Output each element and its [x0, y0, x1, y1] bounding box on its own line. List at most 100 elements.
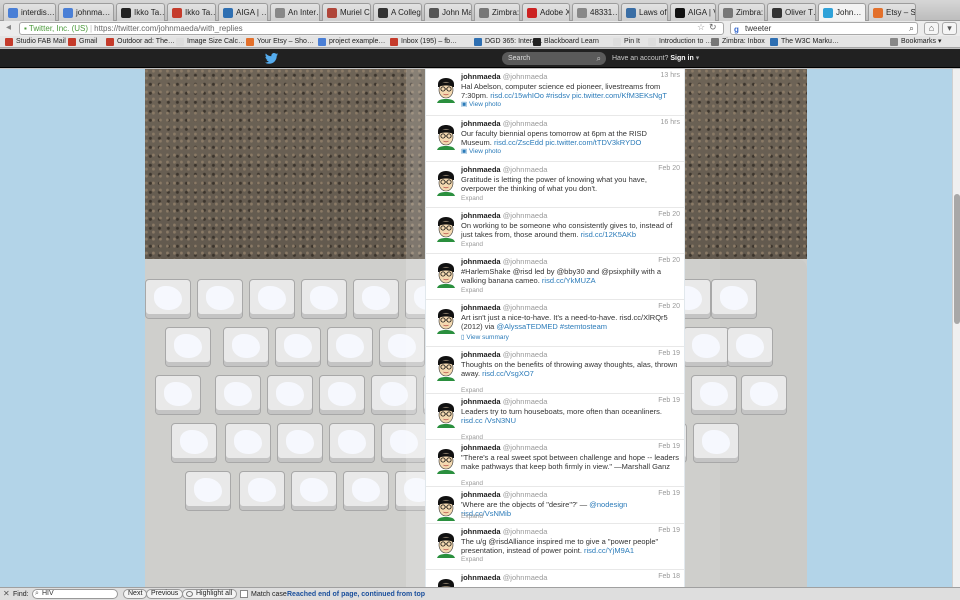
tweet[interactable]: johnmaeda @johnmaeda Feb 19 Leaders try to… — [426, 394, 684, 441]
tweet-action-link[interactable]: ▣ View photo — [461, 100, 501, 108]
bookmark-item[interactable]: project example… — [318, 37, 385, 47]
bookmark-item[interactable]: Inbox (195) – fb… — [390, 37, 457, 47]
tweet-timestamp[interactable]: Feb 19 — [658, 443, 680, 450]
browser-tab[interactable]: Zimbra:… — [718, 3, 765, 21]
browser-tab[interactable]: John Ma… — [424, 3, 472, 21]
browser-tab[interactable]: AIGA | … — [218, 3, 268, 21]
tweet-timestamp[interactable]: Feb 20 — [658, 211, 680, 218]
web-search-value[interactable]: tweeter — [745, 24, 771, 33]
tweet-author-name[interactable]: johnmaeda — [461, 165, 501, 174]
browser-tab[interactable]: johnma… — [58, 3, 114, 21]
tweet-timestamp[interactable]: Feb 20 — [658, 303, 680, 310]
tweet-timestamp[interactable]: 13 hrs — [661, 72, 680, 79]
browser-tab[interactable]: AIGA | V… — [670, 3, 716, 21]
tweet-timestamp[interactable]: Feb 20 — [658, 165, 680, 172]
avatar[interactable] — [432, 75, 460, 103]
tweet-links[interactable]: risd.cc /VsN3NU — [461, 416, 516, 425]
tweet-author-handle[interactable]: @johnmaeda — [503, 490, 548, 499]
browser-tab[interactable]: Zimbra:… — [474, 3, 520, 21]
tweet-action-link[interactable]: Expand — [461, 480, 483, 487]
bookmark-item[interactable]: Zimbra: Inbox — [711, 37, 765, 47]
bookmark-item[interactable]: Studio FAB Mail — [5, 37, 66, 47]
tweet-author-name[interactable]: johnmaeda — [461, 490, 501, 499]
bookmark-item[interactable]: Pin It — [613, 37, 640, 47]
tweet-author-name[interactable]: johnmaeda — [461, 211, 501, 220]
tweet-author-name[interactable]: johnmaeda — [461, 527, 501, 536]
bookmark-item[interactable]: Image Size Calc… — [176, 37, 245, 47]
avatar[interactable] — [432, 353, 460, 381]
page-menu-icon[interactable]: ▾ — [942, 22, 957, 35]
tweet[interactable]: johnmaeda @johnmaeda Feb 20 Art isn't just… — [426, 300, 684, 347]
browser-tab[interactable]: Ikko Ta… — [167, 3, 216, 21]
page-scrollbar[interactable] — [952, 69, 960, 587]
match-case-checkbox[interactable] — [240, 590, 248, 598]
tweet[interactable]: johnmaeda @johnmaeda Feb 20 Gratitude is l… — [426, 162, 684, 208]
tweet-links[interactable]: @AlyssaTEDMED #stemtosteam — [496, 322, 607, 331]
search-icon[interactable]: ⌕ — [909, 23, 914, 34]
tweet-author-name[interactable]: johnmaeda — [461, 257, 501, 266]
tweet-timestamp[interactable]: Feb 19 — [658, 490, 680, 497]
browser-tab[interactable]: A Colleg… — [373, 3, 422, 21]
highlight-all-button[interactable]: Highlight all — [182, 589, 238, 599]
find-next-button[interactable]: Next — [123, 589, 148, 599]
bookmark-item[interactable]: Gmail — [68, 37, 97, 47]
tweet-action-link[interactable]: Expand — [461, 387, 483, 394]
browser-tab[interactable]: An Inter… — [270, 3, 320, 21]
bookmark-item[interactable]: Blackboard Learn — [533, 37, 599, 47]
avatar[interactable] — [432, 260, 460, 288]
address-bar[interactable]: ▪ Twitter, Inc. (US) | https://twitter.com… — [19, 22, 724, 35]
browser-tab[interactable]: interdis… — [3, 3, 56, 21]
close-icon[interactable]: ✕ — [3, 589, 10, 598]
reload-icon[interactable]: ↻ — [709, 22, 717, 33]
tweet-author-name[interactable]: johnmaeda — [461, 443, 501, 452]
browser-tab[interactable]: Laws of… — [621, 3, 668, 21]
tweet-author-handle[interactable]: @johnmaeda — [503, 211, 548, 220]
browser-tab[interactable]: Ikko Ta… — [116, 3, 165, 21]
avatar[interactable] — [432, 576, 460, 587]
tweet-author-handle[interactable]: @johnmaeda — [503, 350, 548, 359]
twitter-bird-icon[interactable] — [264, 53, 279, 64]
tweet-author-name[interactable]: johnmaeda — [461, 573, 501, 582]
tweet-author-handle[interactable]: @johnmaeda — [503, 257, 548, 266]
scrollbar-thumb[interactable] — [954, 194, 960, 324]
signin-link[interactable]: Sign in — [670, 55, 693, 62]
bookmark-item[interactable]: Outdoor ad: The… — [106, 37, 175, 47]
tweet-links[interactable]: risd.cc/VsgXO7 — [482, 369, 534, 378]
tweet-author-name[interactable]: johnmaeda — [461, 303, 501, 312]
tweet-author-handle[interactable]: @johnmaeda — [503, 527, 548, 536]
browser-tab[interactable]: 48331… — [572, 3, 619, 21]
bookmark-star-icon[interactable]: ☆ — [697, 22, 705, 33]
tweet-author-handle[interactable]: @johnmaeda — [503, 397, 548, 406]
site-identity[interactable]: Twitter, Inc. (US) — [29, 24, 88, 33]
tweet-action-link[interactable]: Expand — [461, 195, 483, 202]
tweet-author-name[interactable]: johnmaeda — [461, 397, 501, 406]
avatar[interactable] — [432, 306, 460, 334]
tweet-timestamp[interactable]: 16 hrs — [661, 119, 680, 126]
tweet-author-handle[interactable]: @johnmaeda — [503, 303, 548, 312]
browser-tab[interactable]: John… — [818, 3, 866, 21]
tweet-action-link[interactable]: Expand — [461, 513, 483, 520]
find-query[interactable]: HIV — [42, 590, 54, 597]
find-input[interactable]: ⌕ HIV — [32, 589, 118, 599]
tweet-action-link[interactable]: ▯ View summary — [461, 333, 509, 341]
browser-tab[interactable]: Adobe X… — [522, 3, 570, 21]
tweet-author-name[interactable]: johnmaeda — [461, 350, 501, 359]
tweet-timestamp[interactable]: Feb 19 — [658, 397, 680, 404]
tweet-action-link[interactable]: Expand — [461, 556, 483, 563]
tweet[interactable]: johnmaeda @johnmaeda Feb 20 #HarlemShake @… — [426, 254, 684, 300]
tweet-timestamp[interactable]: Feb 19 — [658, 350, 680, 357]
tweet-timestamp[interactable]: Feb 19 — [658, 527, 680, 534]
browser-tab[interactable]: Muriel C… — [322, 3, 371, 21]
tweet[interactable]: johnmaeda @johnmaeda Feb 19 'Where are the… — [426, 487, 684, 524]
tweet[interactable]: johnmaeda @johnmaeda 13 hrs Hal Abelson, c… — [426, 69, 684, 116]
url-text[interactable]: https://twitter.com/johnmaeda/with_repli… — [94, 24, 243, 33]
tweet-author-handle[interactable]: @johnmaeda — [503, 573, 548, 582]
bookmark-item[interactable]: Your Etsy – Sho… — [246, 37, 314, 47]
tweet-action-link[interactable]: Expand — [461, 241, 483, 248]
bookmark-item[interactable]: Introduction to … — [648, 37, 712, 47]
tweet-timestamp[interactable]: Feb 20 — [658, 257, 680, 264]
back-arrow-icon[interactable]: ◂ — [3, 22, 14, 34]
home-icon[interactable]: ⌂ — [924, 22, 939, 35]
tweet-timestamp[interactable]: Feb 18 — [658, 573, 680, 580]
web-search-box[interactable]: g tweeter ⌕ — [730, 22, 918, 35]
